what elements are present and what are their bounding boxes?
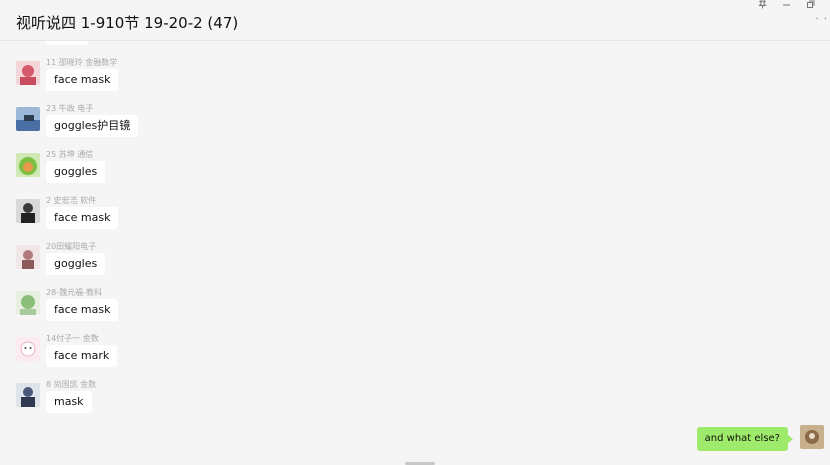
- pin-icon[interactable]: [750, 0, 774, 12]
- my-avatar[interactable]: [800, 425, 824, 449]
- message-item: 28-魏元福-教科 face mask: [16, 287, 616, 331]
- avatar[interactable]: [16, 337, 40, 361]
- bubble-arrow: [788, 435, 793, 443]
- avatar[interactable]: [16, 245, 40, 269]
- message-bubble[interactable]: face mask: [46, 207, 119, 229]
- sender-name: 23 牛政 电子: [46, 104, 94, 113]
- message-bubble[interactable]: face mask: [46, 299, 119, 321]
- chat-title: 视听说四 1-910节 19-20-2 (47): [16, 14, 239, 32]
- sender-name: 20田耀阳电子: [46, 242, 97, 251]
- message-item: 14付子一 金数 face mark: [16, 333, 616, 377]
- message-item: 23 牛政 电子 goggles护目镜: [16, 103, 616, 147]
- message-bubble[interactable]: goggles: [46, 161, 106, 183]
- sender-name: 8 尚国凯 金数: [46, 380, 97, 389]
- message-item: 20田耀阳电子 goggles: [16, 241, 616, 285]
- message-item: 2 史宏浩 软件 face mask: [16, 195, 616, 239]
- more-dots-icon[interactable]: · ·: [815, 14, 828, 25]
- my-message-bubble[interactable]: and what else?: [696, 427, 788, 451]
- my-message-item: and what else?: [524, 425, 824, 455]
- message-list[interactable]: 11 邵晓玲 金融数学 face mask 23 牛政 电子 goggles护目…: [0, 41, 830, 465]
- message-bubble[interactable]: face mask: [46, 69, 119, 91]
- avatar[interactable]: [16, 153, 40, 177]
- message-item: 25 苏坤 通信 goggles: [16, 149, 616, 193]
- avatar[interactable]: [16, 107, 40, 131]
- message-bubble[interactable]: goggles护目镜: [46, 115, 139, 137]
- message-bubble[interactable]: face mark: [46, 345, 118, 367]
- truncated-bubble: [46, 41, 88, 45]
- message-bubble[interactable]: goggles: [46, 253, 106, 275]
- avatar[interactable]: [16, 291, 40, 315]
- sender-name: 11 邵晓玲 金融数学: [46, 58, 118, 67]
- sender-name: 28-魏元福-教科: [46, 288, 102, 297]
- title-bar: 视听说四 1-910节 19-20-2 (47) · ·: [0, 0, 830, 41]
- sender-name: 14付子一 金数: [46, 334, 99, 343]
- sender-name: 25 苏坤 通信: [46, 150, 94, 159]
- message-item: 11 邵晓玲 金融数学 face mask: [16, 57, 616, 101]
- message-bubble[interactable]: mask: [46, 391, 92, 413]
- window-controls: [750, 0, 822, 12]
- message-item: 8 尚国凯 金数 mask: [16, 379, 616, 423]
- minimize-icon[interactable]: [774, 0, 798, 12]
- avatar[interactable]: [16, 199, 40, 223]
- maximize-icon[interactable]: [798, 0, 822, 12]
- avatar[interactable]: [16, 61, 40, 85]
- sender-name: 2 史宏浩 软件: [46, 196, 97, 205]
- avatar[interactable]: [16, 383, 40, 407]
